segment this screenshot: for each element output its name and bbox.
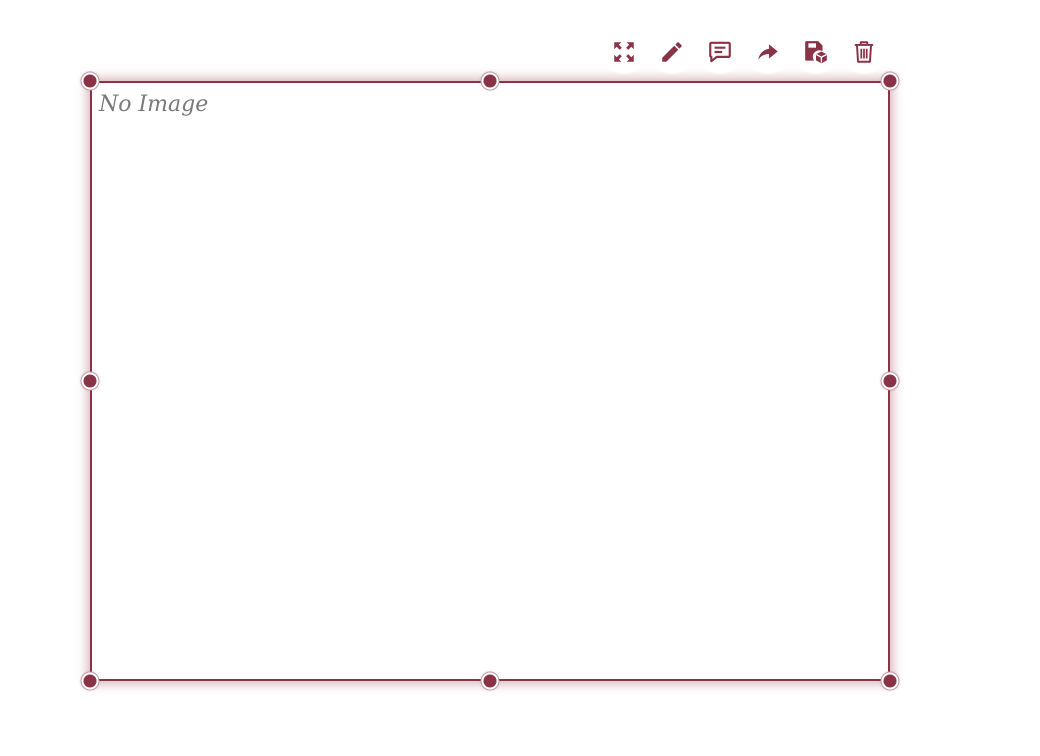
resize-handle-bottom[interactable] (481, 672, 499, 690)
edit-button[interactable] (650, 30, 694, 74)
comment-button[interactable] (698, 30, 742, 74)
image-toolbar (602, 30, 886, 74)
save-stack-icon (805, 41, 827, 64)
resize-handle-left[interactable] (81, 372, 99, 390)
resize-handle-top-left[interactable] (81, 72, 99, 90)
resize-handle-right[interactable] (881, 372, 899, 390)
resize-handle-bottom-right[interactable] (881, 672, 899, 690)
pencil-icon (662, 42, 682, 62)
share-button[interactable] (746, 30, 790, 74)
image-frame[interactable]: No Image (90, 81, 890, 681)
trash-icon (854, 41, 874, 63)
resize-handle-top-right[interactable] (881, 72, 899, 90)
save-button[interactable] (794, 30, 838, 74)
no-image-placeholder: No Image (99, 92, 209, 117)
comment-icon (709, 41, 731, 63)
resize-handle-bottom-left[interactable] (81, 672, 99, 690)
fullscreen-icon (614, 42, 634, 62)
editor-stage: No Image (0, 0, 1040, 756)
fullscreen-button[interactable] (602, 30, 646, 74)
delete-button[interactable] (842, 30, 886, 74)
resize-handle-top[interactable] (481, 72, 499, 90)
share-arrow-icon (758, 44, 778, 60)
